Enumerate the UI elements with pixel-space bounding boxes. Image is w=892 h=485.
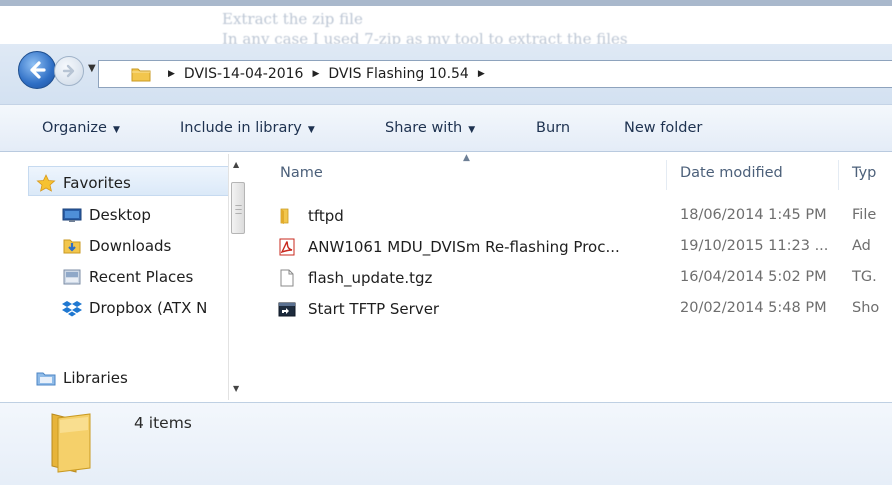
chevron-down-icon: ▼ — [468, 125, 476, 135]
include-in-library-label: Include in library — [180, 120, 302, 136]
file-name: Start TFTP Server — [308, 300, 440, 318]
background-edge — [0, 0, 892, 6]
folder-icon — [51, 413, 91, 473]
nav-item-libraries[interactable]: Libraries — [36, 365, 128, 391]
table-row[interactable]: tftpd 18/06/2014 1:45 PM File — [278, 205, 892, 229]
nav-label-downloads: Downloads — [89, 237, 172, 255]
table-row[interactable]: flash_update.tgz 16/04/2014 5:02 PM TG. — [278, 267, 892, 291]
folder-icon — [131, 68, 151, 82]
column-header-date-modified[interactable]: Date modified — [680, 165, 783, 181]
nav-label-libraries: Libraries — [63, 369, 128, 387]
share-with-button[interactable]: Share with ▼ — [385, 120, 475, 136]
chevron-down-icon: ▼ — [307, 125, 315, 135]
file-date: 18/06/2014 1:45 PM — [680, 207, 827, 223]
breadcrumb-dvis-14-04-2016[interactable]: DVIS-14-04-2016 — [184, 66, 304, 82]
file-type: TG. — [852, 269, 877, 285]
file-type: Ad — [852, 238, 871, 254]
breadcrumb-separator-icon[interactable]: ▶ — [168, 69, 175, 79]
file-type: Sho — [852, 300, 880, 316]
nav-label-favorites: Favorites — [63, 174, 131, 192]
address-bar[interactable]: ▶ DVIS-14-04-2016 ▶ DVIS Flashing 10.54 … — [98, 60, 892, 88]
file-icon — [280, 269, 294, 287]
organize-button[interactable]: Organize ▼ — [42, 120, 120, 136]
dropbox-icon — [62, 301, 82, 317]
nav-item-recent-places[interactable]: Recent Places — [62, 264, 193, 290]
file-name: tftpd — [308, 207, 344, 225]
file-type: File — [852, 207, 877, 223]
pdf-icon — [279, 238, 295, 256]
nav-item-dropbox[interactable]: Dropbox (ATX N — [62, 295, 207, 321]
nav-label-desktop: Desktop — [89, 206, 151, 224]
back-arrow-icon — [30, 61, 46, 79]
include-in-library-button[interactable]: Include in library ▼ — [180, 120, 315, 136]
history-dropdown-button[interactable]: ▼ — [88, 63, 96, 74]
new-folder-label: New folder — [624, 120, 703, 136]
file-name: flash_update.tgz — [308, 269, 433, 287]
breadcrumb-separator-icon[interactable]: ▶ — [312, 69, 319, 79]
sort-indicator-icon: ▲ — [463, 153, 470, 163]
grip-icon: — — — — [235, 201, 242, 217]
recent-places-icon — [63, 269, 81, 285]
forward-arrow-icon — [62, 64, 75, 78]
file-date: 16/04/2014 5:02 PM — [680, 269, 827, 285]
burn-label: Burn — [536, 120, 571, 136]
item-count: 4 items — [134, 414, 192, 432]
breadcrumb-separator-icon[interactable]: ▶ — [478, 69, 485, 79]
organize-label: Organize — [42, 120, 107, 136]
column-divider[interactable] — [838, 160, 839, 190]
downloads-icon — [63, 239, 81, 254]
forward-button[interactable] — [54, 56, 84, 86]
chevron-down-icon: ▼ — [112, 125, 120, 135]
table-row[interactable]: ANW1061 MDU_DVISm Re-flashing Proc... 19… — [278, 236, 892, 260]
shortcut-icon — [278, 302, 296, 317]
nav-item-downloads[interactable]: Downloads — [62, 233, 171, 259]
column-header-type[interactable]: Typ — [852, 165, 876, 181]
command-bar: Organize ▼ Include in library ▼ Share with… — [0, 104, 892, 152]
chevron-down-icon: ▼ — [88, 63, 96, 74]
table-row[interactable]: Start TFTP Server 20/02/2014 5:48 PM Sho — [278, 298, 892, 322]
scroll-thumb[interactable]: — — — — [231, 182, 245, 234]
star-icon — [36, 174, 56, 192]
navigation-scrollbar[interactable]: ▲ — — — ▼ — [228, 154, 247, 400]
file-name: ANW1061 MDU_DVISm Re-flashing Proc... — [308, 238, 620, 256]
burn-button[interactable]: Burn — [536, 120, 570, 136]
libraries-icon — [36, 372, 56, 386]
nav-item-favorites[interactable]: Favorites — [36, 170, 131, 196]
back-button[interactable] — [18, 51, 56, 89]
new-folder-button[interactable]: New folder — [624, 120, 702, 136]
breadcrumb-dvis-flashing[interactable]: DVIS Flashing 10.54 — [328, 66, 468, 82]
file-date: 20/02/2014 5:48 PM — [680, 300, 827, 316]
desktop-icon — [62, 208, 82, 222]
column-divider[interactable] — [666, 160, 667, 190]
nav-label-recent-places: Recent Places — [89, 268, 194, 286]
column-header-name[interactable]: Name — [280, 165, 323, 181]
background-line-1: Extract the zip file — [222, 10, 363, 28]
nav-label-dropbox: Dropbox (ATX N — [89, 299, 208, 317]
scroll-down-icon[interactable]: ▼ — [233, 384, 239, 393]
file-date: 19/10/2015 11:23 ... — [680, 238, 829, 254]
nav-item-desktop[interactable]: Desktop — [62, 202, 151, 228]
folder-icon — [280, 208, 289, 224]
share-with-label: Share with — [385, 120, 463, 136]
scroll-up-icon[interactable]: ▲ — [233, 160, 239, 169]
